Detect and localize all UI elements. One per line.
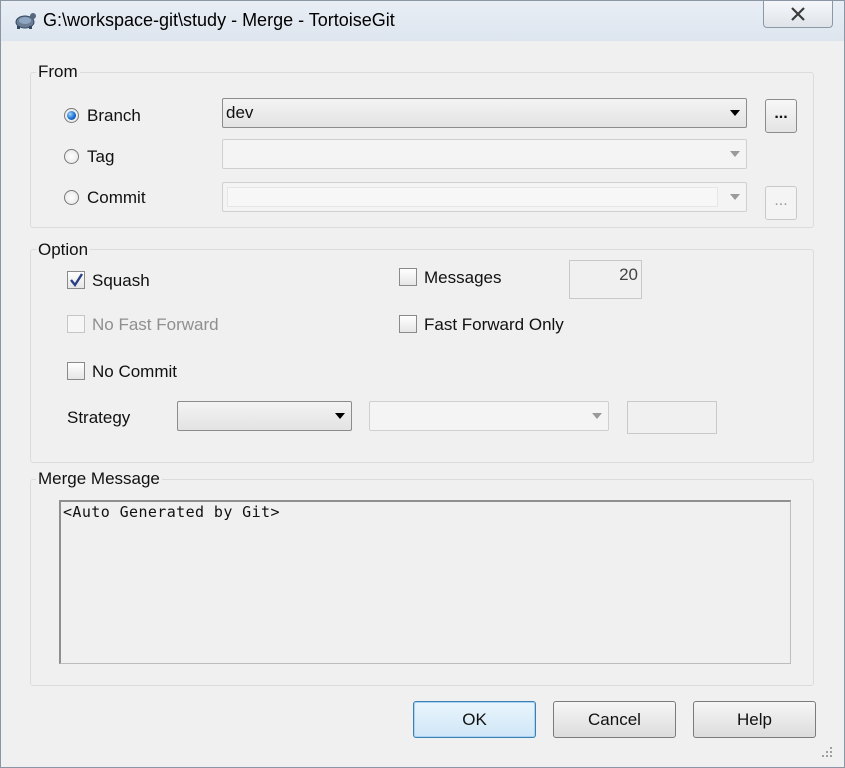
dialog-client-area: From Branch dev ... Tag Commit ... Optio… bbox=[9, 42, 835, 760]
branch-browse-button[interactable]: ... bbox=[765, 99, 797, 133]
branch-value: dev bbox=[226, 103, 254, 122]
commit-label[interactable]: Commit bbox=[87, 188, 146, 208]
messages-label[interactable]: Messages bbox=[424, 268, 501, 288]
from-group-label: From bbox=[36, 62, 80, 82]
squash-label[interactable]: Squash bbox=[92, 271, 150, 291]
chevron-down-icon bbox=[335, 413, 345, 419]
strategy-combo[interactable] bbox=[177, 401, 352, 431]
fast-forward-only-label[interactable]: Fast Forward Only bbox=[424, 315, 564, 335]
no-commit-checkbox[interactable] bbox=[67, 362, 85, 380]
title-bar[interactable]: G:\workspace-git\study - Merge - Tortois… bbox=[1, 1, 844, 41]
window-title: G:\workspace-git\study - Merge - Tortois… bbox=[43, 10, 395, 30]
close-button[interactable] bbox=[763, 1, 833, 28]
branch-combo[interactable]: dev bbox=[222, 98, 747, 128]
fast-forward-only-checkbox[interactable] bbox=[399, 315, 417, 333]
commit-browse-button[interactable]: ... bbox=[765, 186, 797, 220]
help-button[interactable]: Help bbox=[693, 701, 816, 738]
strategy-label: Strategy bbox=[67, 408, 131, 427]
tag-radio[interactable] bbox=[64, 149, 79, 164]
messages-checkbox[interactable] bbox=[399, 268, 417, 286]
branch-radio[interactable] bbox=[64, 108, 79, 123]
no-commit-label[interactable]: No Commit bbox=[92, 362, 177, 382]
commit-input[interactable] bbox=[227, 187, 718, 207]
cancel-button[interactable]: Cancel bbox=[553, 701, 676, 738]
merge-message-label: Merge Message bbox=[36, 469, 162, 489]
chevron-down-icon bbox=[730, 151, 740, 157]
strategy-option-combo[interactable] bbox=[369, 401, 609, 431]
resize-grip-icon[interactable] bbox=[821, 746, 833, 758]
messages-count-input[interactable]: 20 bbox=[569, 260, 642, 299]
chevron-down-icon bbox=[730, 110, 740, 116]
no-fast-forward-label[interactable]: No Fast Forward bbox=[92, 315, 219, 335]
tortoisegit-icon bbox=[15, 13, 36, 29]
merge-message-text: <Auto Generated by Git> bbox=[63, 503, 280, 521]
tag-label[interactable]: Tag bbox=[87, 147, 114, 167]
close-icon bbox=[791, 7, 805, 21]
merge-message-textarea[interactable]: <Auto Generated by Git> bbox=[59, 500, 791, 664]
chevron-down-icon bbox=[730, 194, 740, 200]
no-fast-forward-checkbox[interactable] bbox=[67, 315, 85, 333]
chevron-down-icon bbox=[592, 413, 602, 419]
strategy-param-input[interactable] bbox=[627, 401, 717, 434]
tag-combo[interactable] bbox=[222, 139, 747, 169]
commit-combo[interactable] bbox=[222, 182, 747, 212]
checkmark-icon bbox=[70, 273, 84, 288]
merge-dialog: G:\workspace-git\study - Merge - Tortois… bbox=[0, 0, 845, 768]
ok-button[interactable]: OK bbox=[413, 701, 536, 738]
commit-radio[interactable] bbox=[64, 190, 79, 205]
option-group-label: Option bbox=[36, 240, 91, 260]
branch-label[interactable]: Branch bbox=[87, 106, 141, 126]
squash-checkbox[interactable] bbox=[67, 271, 85, 289]
